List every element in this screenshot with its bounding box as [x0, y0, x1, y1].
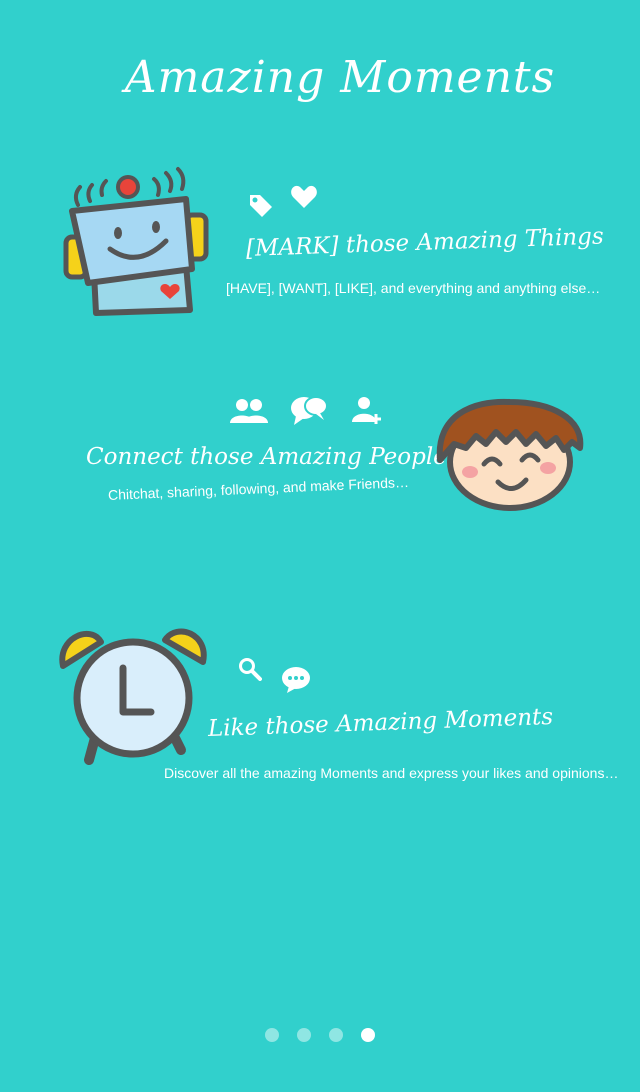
- smiling-boy-illustration: [432, 398, 587, 521]
- section-heading-like: Like those Amazing Moments: [207, 703, 554, 742]
- page-indicator: [0, 1028, 640, 1042]
- alarm-clock-illustration: [55, 620, 215, 775]
- section-heading-mark: [MARK] those Amazing Things: [245, 223, 605, 262]
- robot-illustration: [58, 165, 218, 325]
- page-dot-1[interactable]: [265, 1028, 279, 1042]
- page-dot-4-active[interactable]: [361, 1028, 375, 1042]
- tag-icon: [248, 193, 274, 219]
- page-dot-2[interactable]: [297, 1028, 311, 1042]
- section-heading-connect: Connect those Amazing People: [86, 444, 447, 470]
- speech-bubble-icon: [281, 666, 311, 694]
- page-dot-3[interactable]: [329, 1028, 343, 1042]
- add-user-icon: [352, 396, 382, 424]
- heart-icon: [290, 184, 318, 210]
- chat-bubbles-icon: [290, 394, 328, 428]
- people-icon: [230, 398, 268, 424]
- section-subtitle-like: Discover all the amazing Moments and exp…: [164, 765, 619, 781]
- search-icon: [238, 657, 262, 681]
- page-title: Amazing Moments: [124, 52, 556, 103]
- section-subtitle-mark: [HAVE], [WANT], [LIKE], and everything a…: [226, 280, 601, 296]
- section-subtitle-connect: Chitchat, sharing, following, and make F…: [107, 473, 410, 503]
